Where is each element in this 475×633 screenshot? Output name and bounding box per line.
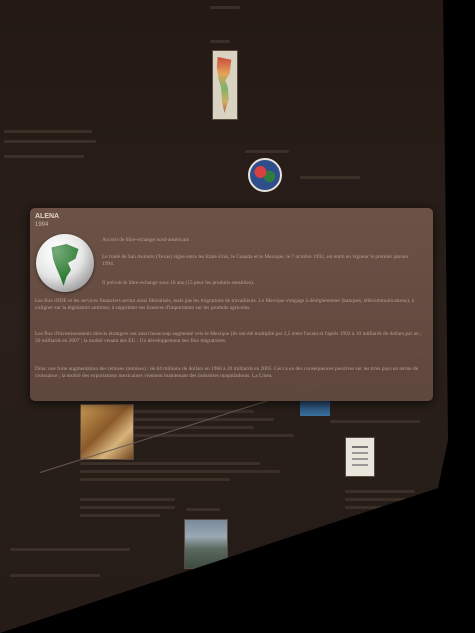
timeline-viewer: ALENA 1994 Accord de libre-échange nord-… [0, 0, 475, 633]
event-flux-text-2: Les flux d'investissements directs étran… [35, 331, 422, 345]
background-text-line [345, 498, 405, 501]
background-text-line [245, 150, 289, 153]
background-text-line [80, 514, 160, 517]
background-text-line [345, 490, 415, 493]
background-text-line [80, 506, 175, 509]
background-text-line [330, 420, 420, 423]
background-text-line [186, 508, 220, 511]
background-text-line [10, 574, 100, 577]
background-text-line [80, 498, 175, 501]
event-treaty-text: Le traité de San Antonio (Texas) signé e… [102, 254, 409, 268]
americas-map-thumbnail[interactable] [212, 50, 238, 120]
background-text-line [210, 40, 230, 43]
background-text-line [10, 548, 130, 551]
background-text-line [80, 478, 230, 481]
event-remises-text: Donc une forte augmentation des remises … [35, 366, 419, 380]
city-photo-thumbnail[interactable] [184, 519, 228, 569]
background-text-line [345, 506, 415, 509]
background-text-line [300, 176, 360, 179]
background-text-line [210, 6, 240, 9]
north-america-globe-icon [36, 234, 94, 292]
background-text-line [4, 130, 92, 133]
event-flux-text-1: Les flux d'IDE et les services financier… [35, 298, 415, 312]
background-text-line [80, 470, 280, 473]
background-text-line [4, 155, 84, 158]
event-subtitle: Accord de libre-échange nord-américain [102, 237, 190, 243]
flags-badge-thumbnail[interactable] [248, 158, 282, 192]
event-detail-card[interactable]: ALENA 1994 Accord de libre-échange nord-… [30, 208, 433, 401]
background-text-line [4, 140, 96, 143]
event-title: ALENA [35, 213, 60, 220]
document-thumbnail[interactable] [345, 437, 375, 477]
event-pace-text: Il prévoit le libre-échange sous 10 ans … [102, 280, 255, 286]
event-year: 1994 [35, 222, 49, 228]
